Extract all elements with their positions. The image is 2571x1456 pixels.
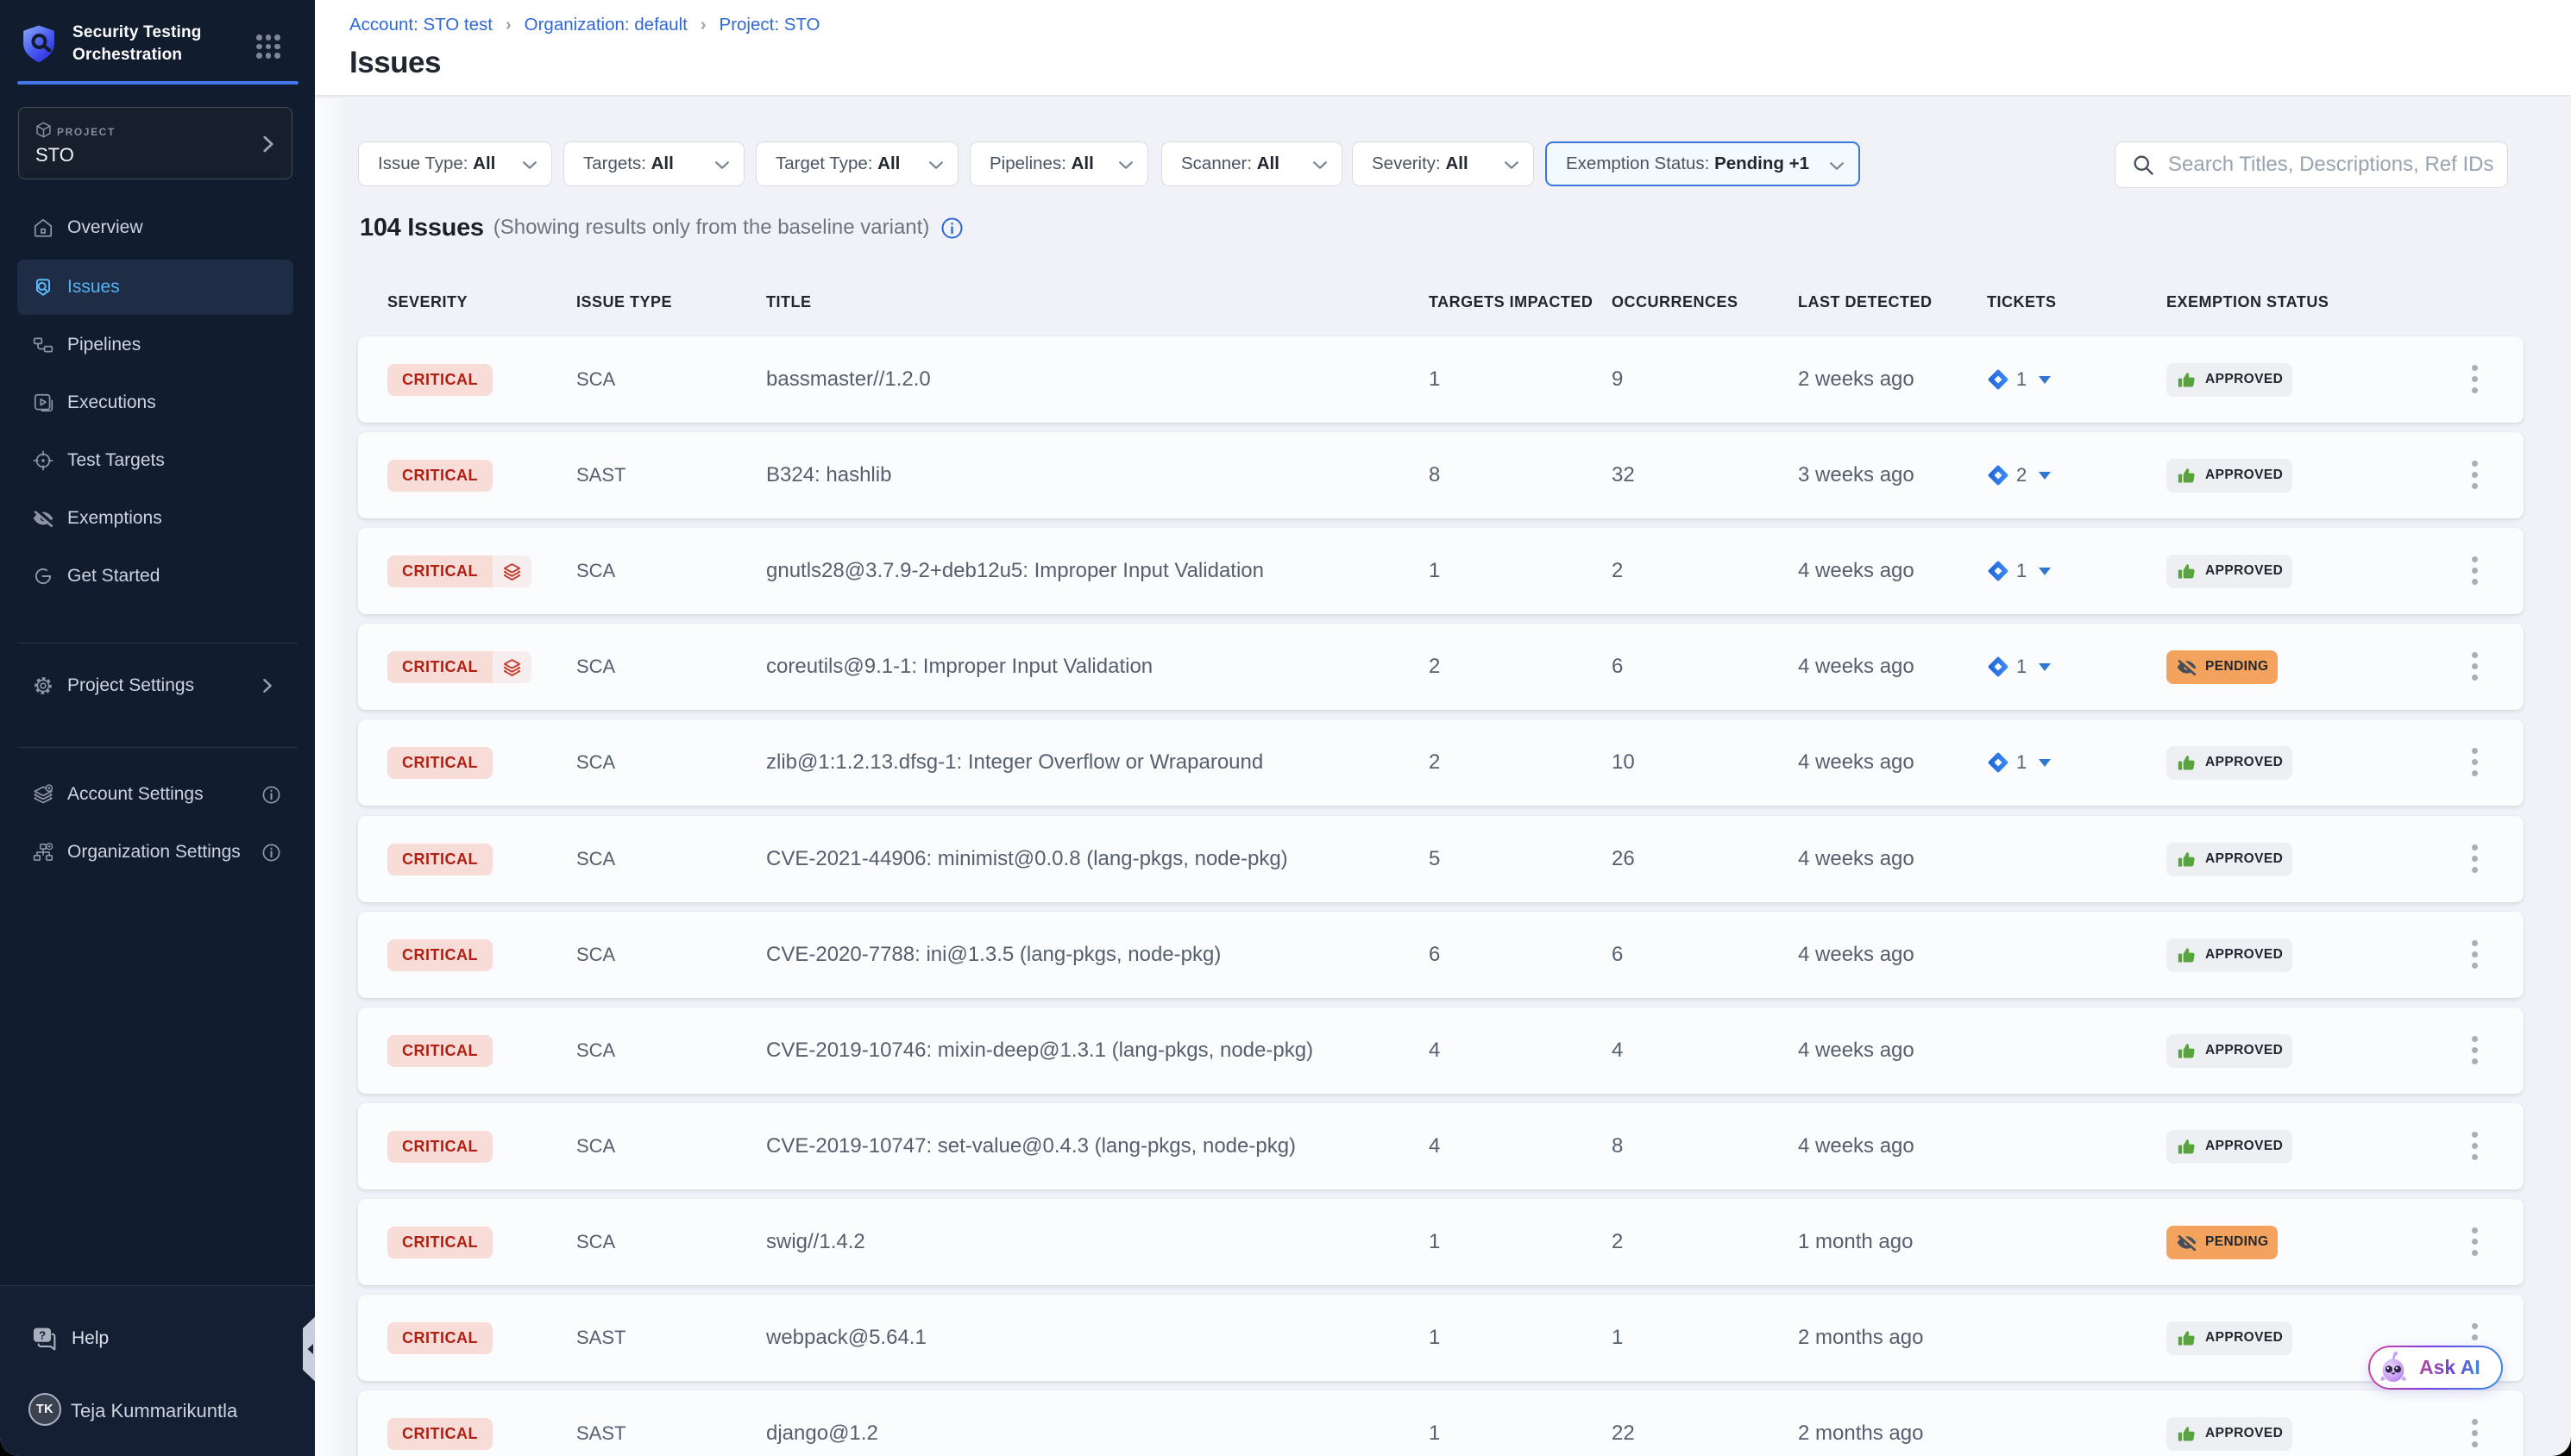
svg-text:?: ? xyxy=(39,1329,46,1342)
